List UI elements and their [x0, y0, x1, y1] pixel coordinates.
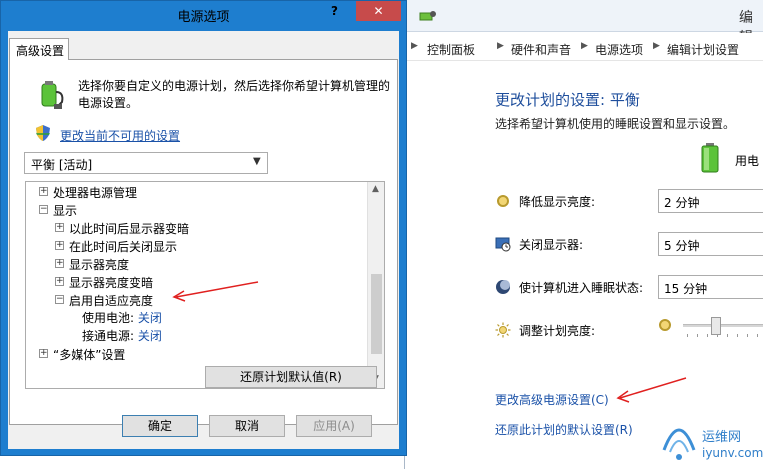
power-plan-icon — [41, 81, 64, 109]
bg-window-titlebar: 编辑 — [405, 0, 763, 46]
breadcrumb-edit-plan[interactable]: 编辑计划设置 — [667, 41, 739, 58]
setting-row-dim-display: 降低显示亮度: 2 分钟 — [495, 189, 763, 213]
brightness-slider-ticks — [687, 334, 758, 337]
apply-button[interactable]: 应用(A) — [296, 415, 372, 437]
tree-item-label: 处理器电源管理 — [53, 186, 138, 200]
breadcrumb-control-panel[interactable]: 控制面板 — [427, 41, 475, 58]
setting-label-sleep: 使计算机进入睡眠状态: — [519, 281, 644, 295]
tree-item-plugged-in[interactable]: 接通电源: 关闭 — [82, 327, 162, 345]
expand-icon[interactable]: + — [39, 187, 48, 196]
tree-item-label: 以此时间后显示器变暗 — [69, 222, 190, 236]
dialog-titlebar[interactable]: 电源选项 ? ✕ — [1, 1, 406, 29]
close-button[interactable]: ✕ — [356, 1, 401, 21]
sleep-moon-icon — [496, 280, 510, 294]
intro-text: 选择你要自定义的电源计划，然后选择你希望计算机管理的电源设置。 — [78, 79, 391, 110]
tree-item-label: “多媒体”设置 — [53, 348, 126, 362]
breadcrumb-hardware-sound[interactable]: 硬件和声音 — [511, 41, 571, 58]
watermark-domain: iyunv.com — [702, 446, 763, 460]
ok-button[interactable]: 确定 — [122, 415, 198, 437]
change-unavailable-settings-link[interactable]: 更改当前不可用的设置 — [60, 127, 180, 144]
power-plan-select-value: 平衡 [活动] — [31, 158, 93, 172]
expand-icon[interactable]: + — [55, 241, 64, 250]
tree-item-label: 使用电池: — [82, 311, 135, 325]
page-subtitle: 选择希望计算机使用的睡眠设置和显示设置。 — [495, 117, 736, 131]
brightness-slider[interactable] — [659, 316, 763, 337]
tree-item-label: 在此时间后关闭显示 — [69, 240, 178, 254]
setting-label-dim-display: 降低显示亮度: — [519, 195, 596, 209]
breadcrumb-separator-icon: ▶ — [411, 41, 418, 51]
tab-advanced-settings[interactable]: 高级设置 — [9, 38, 69, 60]
breadcrumb-separator-icon: ▶ — [497, 41, 504, 51]
power-options-dialog: 电源选项 ? ✕ 高级设置 选择你要自定义的电源计划，然后选择你希望计算机管理的… — [0, 0, 407, 456]
cancel-button[interactable]: 取消 — [209, 415, 285, 437]
monitor-off-icon — [495, 237, 511, 252]
tree-item-label: 显示 — [53, 204, 78, 218]
plugged-in-column-label: 用电 — [735, 154, 760, 168]
dialog-title: 电源选项 — [177, 10, 230, 25]
dim-display-select[interactable]: 2 分钟 — [658, 189, 763, 213]
tree-item-label: 启用自适应亮度 — [69, 294, 154, 308]
plugged-in-battery-icon — [701, 143, 719, 173]
watermark-name: 运维网 — [702, 430, 742, 445]
sleep-select[interactable]: 15 分钟 — [658, 275, 763, 299]
expand-icon[interactable]: + — [55, 223, 64, 232]
brightness-sun-icon — [495, 322, 511, 338]
setting-label-brightness: 调整计划亮度: — [519, 324, 596, 338]
power-plan-select[interactable]: 平衡 [活动] ▼ — [24, 152, 268, 174]
page-title: 更改计划的设置: 平衡 — [495, 91, 640, 109]
scrollbar-thumb[interactable] — [371, 274, 382, 354]
change-advanced-settings-link[interactable]: 更改高级电源设置(C) — [495, 391, 609, 408]
dim-display-icon — [497, 195, 509, 207]
plugged-in-value[interactable]: 关闭 — [138, 329, 162, 343]
help-button[interactable]: ? — [331, 4, 338, 18]
chevron-down-icon: ▼ — [253, 156, 261, 167]
edit-plan-settings-window: 编辑 ▶ 控制面板 ▶ 硬件和声音 ▶ 电源选项 ▶ 编辑计划设置 更改计划的设… — [404, 0, 763, 469]
breadcrumb-power-options[interactable]: 电源选项 — [595, 41, 643, 58]
watermark-logo-icon — [662, 428, 696, 460]
tree-scrollbar[interactable]: ▲ ▼ — [367, 182, 384, 388]
watermark: 运维网 iyunv.com — [658, 418, 763, 466]
expand-icon[interactable]: + — [55, 259, 64, 268]
setting-label-turn-off-display: 关闭显示器: — [519, 238, 584, 252]
breadcrumb-separator-icon: ▶ — [653, 41, 660, 51]
turn-off-display-select[interactable]: 5 分钟 — [658, 232, 763, 256]
expand-icon[interactable]: + — [55, 277, 64, 286]
tree-item-label: 接通电源: — [82, 329, 135, 343]
setting-row-turn-off-display: 关闭显示器: 5 分钟 — [495, 232, 763, 256]
tree-item-on-battery[interactable]: 使用电池: 关闭 — [82, 309, 162, 327]
uac-shield-icon — [36, 125, 50, 141]
collapse-icon[interactable]: − — [39, 205, 48, 214]
breadcrumb: ▶ 控制面板 ▶ 硬件和声音 ▶ 电源选项 ▶ 编辑计划设置 — [405, 33, 763, 61]
brightness-low-icon — [659, 319, 671, 331]
brightness-slider-track[interactable] — [683, 324, 763, 327]
restore-plan-defaults-button[interactable]: 还原计划默认值(R) — [205, 366, 377, 388]
power-options-app-icon — [419, 11, 436, 21]
tree-item-label: 显示器亮度变暗 — [69, 276, 154, 290]
collapse-icon[interactable]: − — [55, 295, 64, 304]
tree-item-label: 显示器亮度 — [69, 258, 130, 272]
setting-row-sleep: 使计算机进入睡眠状态: 15 分钟 — [495, 275, 763, 299]
expand-icon[interactable]: + — [39, 349, 48, 358]
advanced-settings-tree[interactable]: + 处理器电源管理 − 显示 + 以此时间后显示器变暗 + 在此时间后关闭显示 … — [25, 181, 385, 389]
on-battery-value[interactable]: 关闭 — [138, 311, 162, 325]
dialog-body: 高级设置 选择你要自定义的电源计划，然后选择你希望计算机管理的电源设置。 更改当… — [8, 31, 399, 449]
scroll-up-icon[interactable]: ▲ — [372, 184, 379, 194]
breadcrumb-separator-icon: ▶ — [581, 41, 588, 51]
restore-plan-defaults-link[interactable]: 还原此计划的默认设置(R) — [495, 421, 633, 438]
